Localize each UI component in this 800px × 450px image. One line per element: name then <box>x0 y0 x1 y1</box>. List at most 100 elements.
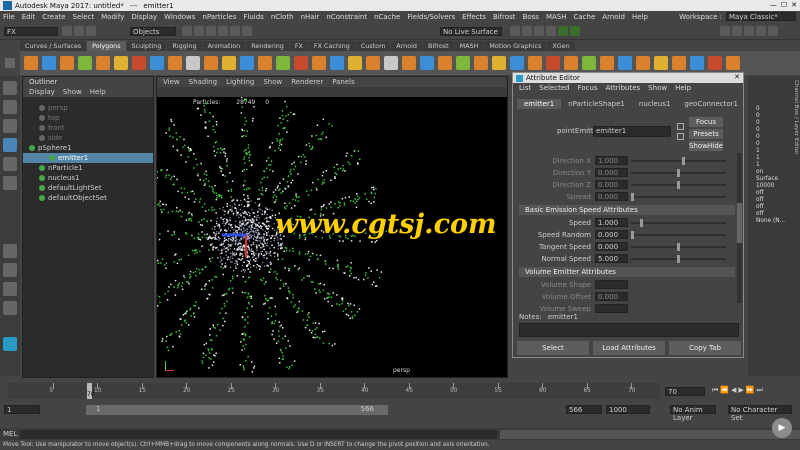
attribute-value-field[interactable]: 0.000 <box>595 230 628 239</box>
ae-menu-selected[interactable]: Selected <box>539 83 569 93</box>
viewport-panel[interactable]: View Shading Lighting Show Renderer Panels Pa… <box>156 76 508 378</box>
close-icon[interactable]: ✕ <box>791 1 797 9</box>
shelf-tab-polygons[interactable]: Polygons <box>87 41 126 51</box>
attribute-value-field[interactable]: 0.000 <box>595 292 628 301</box>
attribute-slider[interactable] <box>631 230 726 239</box>
selection-mode-dropdown[interactable]: Objects <box>130 27 176 36</box>
shelf-tool-icon[interactable] <box>168 56 182 70</box>
outliner-item[interactable]: side <box>23 133 153 143</box>
shelf-tab-bifrost[interactable]: Bifrost <box>422 41 454 51</box>
player-play-icon[interactable]: ▶ <box>772 418 792 438</box>
shelf-tool-icon[interactable] <box>546 56 560 70</box>
lasso-tool-icon[interactable] <box>3 100 17 114</box>
snap-curve-icon[interactable] <box>194 26 204 36</box>
slider-handle[interactable] <box>677 242 680 251</box>
slider-handle[interactable] <box>677 180 680 189</box>
channel-box-side-tab[interactable]: Channel Box / Layer Editor <box>791 80 799 200</box>
menu-item-edit[interactable]: Edit <box>22 13 36 21</box>
render-view-icon[interactable] <box>510 26 520 36</box>
character-set-dropdown[interactable]: No Character Set <box>728 405 792 422</box>
snap-surface-icon[interactable] <box>218 26 228 36</box>
shelf-tool-icon[interactable] <box>708 56 722 70</box>
shelf-tab-animation[interactable]: Animation <box>202 41 246 51</box>
shelf-tool-icon[interactable] <box>618 56 632 70</box>
viewport-menu-show[interactable]: Show <box>263 77 282 87</box>
live-surface-field[interactable]: No Live Surface <box>440 27 502 36</box>
shelf-tool-icon[interactable] <box>132 56 146 70</box>
shelf-tool-icon[interactable] <box>276 56 290 70</box>
command-input[interactable] <box>20 429 497 439</box>
shelf-tool-icon[interactable] <box>114 56 128 70</box>
shelf-tool-icon[interactable] <box>60 56 74 70</box>
slider-handle[interactable] <box>681 156 685 165</box>
outliner-item[interactable]: nucleus1 <box>23 173 153 183</box>
shelf-tool-icon[interactable] <box>402 56 416 70</box>
paint-select-icon[interactable] <box>3 119 17 133</box>
outliner-item[interactable]: defaultObjectSet <box>23 193 153 203</box>
viewport-menu-renderer[interactable]: Renderer <box>291 77 323 87</box>
attribute-editor-toggle-icon[interactable] <box>732 26 742 36</box>
shelf-tab-mash[interactable]: MASH <box>454 41 484 51</box>
shelf-tool-icon[interactable] <box>294 56 308 70</box>
menu-item-boss[interactable]: Boss <box>523 13 539 21</box>
attribute-value-field[interactable]: 0.000 <box>595 192 628 201</box>
snap-grid-icon[interactable] <box>182 26 192 36</box>
shelf-tool-icon[interactable] <box>348 56 362 70</box>
shelf-tool-icon[interactable] <box>420 56 434 70</box>
shelf-tool-icon[interactable] <box>528 56 542 70</box>
attribute-slider[interactable] <box>631 242 726 251</box>
ae-tab-nucleus1[interactable]: nucleus1 <box>632 99 678 109</box>
shelf-tool-icon[interactable] <box>384 56 398 70</box>
viewport-menu-panels[interactable]: Panels <box>332 77 355 87</box>
shelf-tool-icon[interactable] <box>492 56 506 70</box>
node-name-field[interactable]: emitter1 <box>593 126 671 137</box>
attribute-value-field[interactable] <box>595 304 628 313</box>
time-slider[interactable]: 5 10 15 20 25 30 35 40 45 50 55 60 65 70 70 70 ⏮⏪◀▶⏩⏭ <box>0 382 800 400</box>
attribute-slider[interactable] <box>631 156 726 165</box>
presets-button[interactable]: Presets <box>689 129 723 139</box>
arnold-icon[interactable] <box>570 26 580 36</box>
scale-tool-icon[interactable] <box>3 176 17 190</box>
shelf-tool-icon[interactable] <box>672 56 686 70</box>
menu-item-fluids[interactable]: Fluids <box>243 13 263 21</box>
side-by-side-icon[interactable] <box>3 282 17 296</box>
slider-handle[interactable] <box>677 168 680 177</box>
play-forward-icon[interactable]: ▶ <box>738 386 745 394</box>
attributes-scrollbar[interactable] <box>737 153 742 303</box>
shelf-tab-motion-graphics[interactable]: Motion Graphics <box>484 41 547 51</box>
attribute-value-field[interactable]: 5.000 <box>595 254 628 263</box>
attribute-value-field[interactable] <box>595 280 628 289</box>
shelf-tool-icon[interactable] <box>474 56 488 70</box>
attribute-value-field[interactable]: 1.000 <box>595 218 628 227</box>
attribute-slider[interactable] <box>631 254 726 263</box>
outliner-layout-icon[interactable] <box>3 301 17 315</box>
shelf-tab-rigging[interactable]: Rigging <box>167 41 202 51</box>
outliner-item[interactable]: nParticle1 <box>23 163 153 173</box>
open-scene-icon[interactable] <box>74 26 84 36</box>
shelf-tool-icon[interactable] <box>258 56 272 70</box>
slider-handle[interactable] <box>677 254 680 263</box>
shelf-tab-arnold[interactable]: Arnold <box>391 41 422 51</box>
step-back-icon[interactable]: ⏪ <box>720 386 731 394</box>
anim-layer-dropdown[interactable]: No Anim Layer <box>670 405 716 422</box>
menu-item-bifrost[interactable]: Bifrost <box>493 13 516 21</box>
outliner-menu-display[interactable]: Display <box>29 87 55 97</box>
shelf-tool-icon[interactable] <box>564 56 578 70</box>
outliner-item[interactable]: emitter1 <box>23 153 153 163</box>
menu-item-fields-solvers[interactable]: Fields/Solvers <box>407 13 455 21</box>
snap-point-icon[interactable] <box>206 26 216 36</box>
shelf-tool-icon[interactable] <box>330 56 344 70</box>
outliner-menu-show[interactable]: Show <box>63 87 82 97</box>
ae-menu-show[interactable]: Show <box>648 83 667 93</box>
menu-item-display[interactable]: Display <box>131 13 157 21</box>
minimize-icon[interactable]: — <box>770 1 777 9</box>
shelf-tool-icon[interactable] <box>204 56 218 70</box>
shelf-tool-icon[interactable] <box>582 56 596 70</box>
hide-button[interactable]: Hide <box>707 141 723 151</box>
slider-handle[interactable] <box>631 230 634 239</box>
menu-item-ncache[interactable]: nCache <box>374 13 400 21</box>
anim-end-field[interactable]: 1000 <box>606 405 650 414</box>
ae-menu-attributes[interactable]: Attributes <box>606 83 641 93</box>
attribute-value-field[interactable]: 0.000 <box>595 242 628 251</box>
menu-item-ncloth[interactable]: nCloth <box>271 13 294 21</box>
